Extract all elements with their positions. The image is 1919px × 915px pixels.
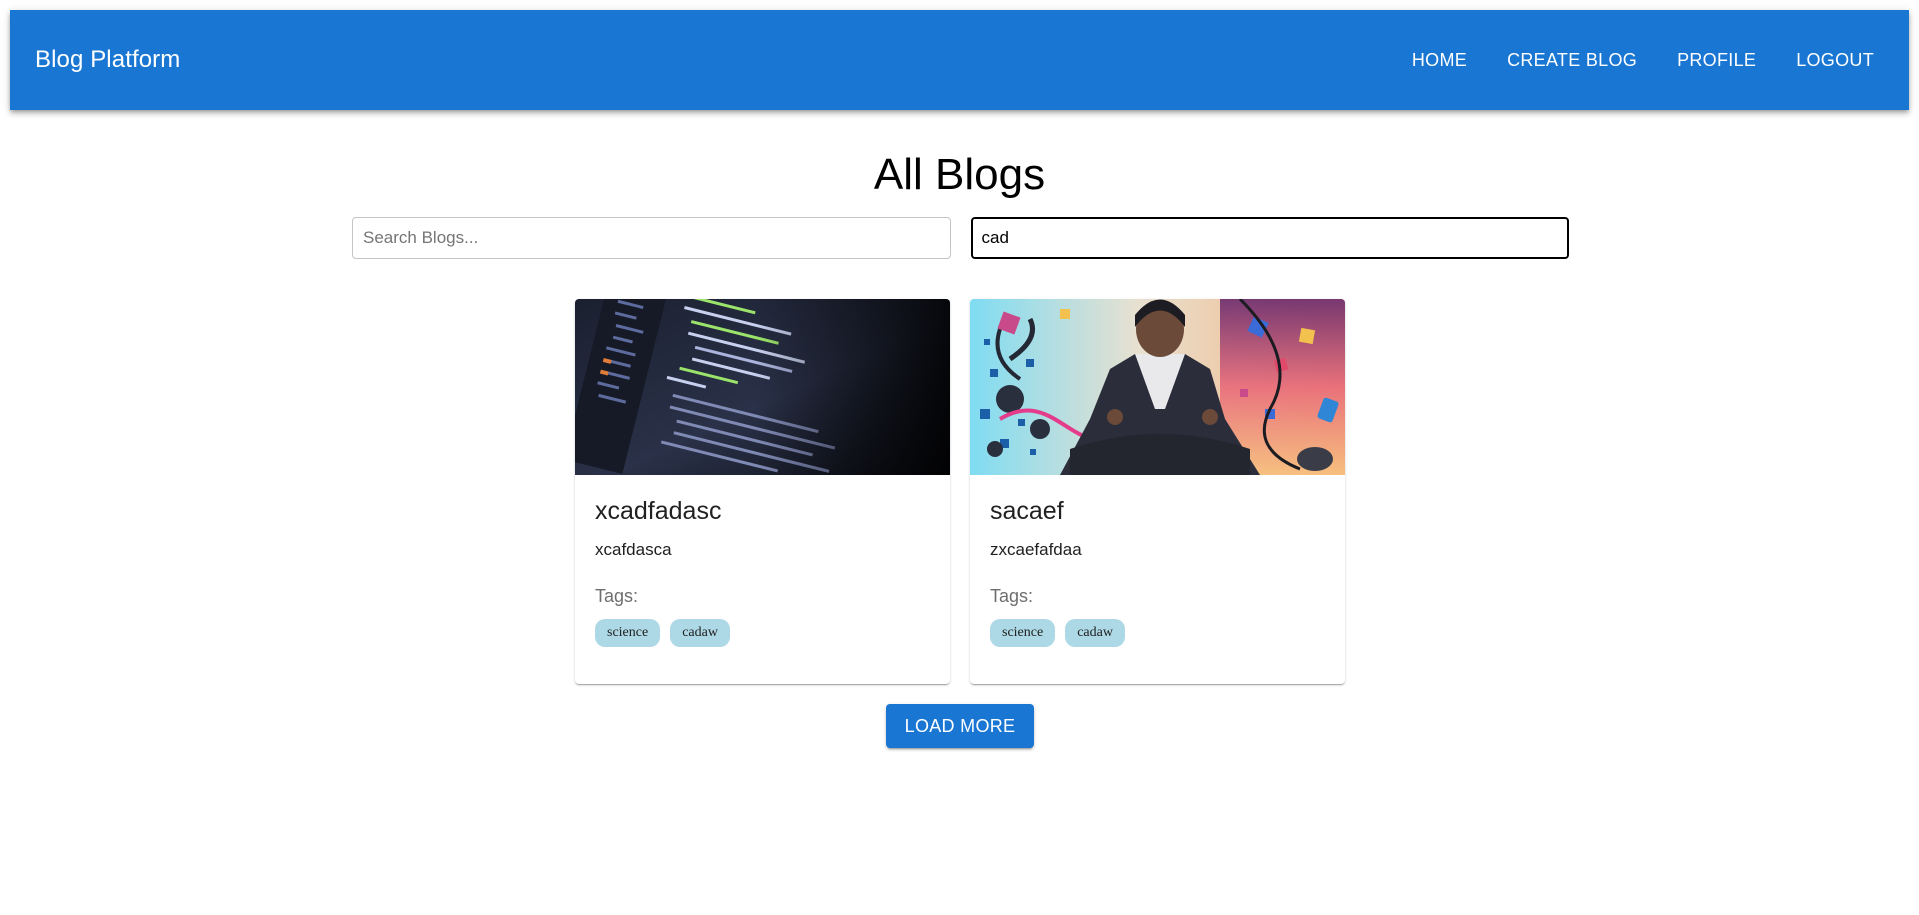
tag-chip[interactable]: cadaw bbox=[670, 619, 730, 647]
code-editor-image bbox=[575, 299, 950, 475]
blog-card-description: xcafdasca bbox=[595, 540, 672, 559]
tags-label: Tags: bbox=[595, 586, 639, 606]
blog-card[interactable]: sacaef zxcaefafdaa Tags: science cadaw bbox=[970, 299, 1345, 684]
load-more-button[interactable]: LOAD MORE bbox=[886, 704, 1034, 748]
tag-list: science cadaw bbox=[595, 619, 930, 647]
tag-filter-input[interactable] bbox=[970, 217, 1569, 259]
blog-card-body: sacaef zxcaefafdaa Tags: science cadaw bbox=[970, 475, 1345, 663]
blog-card-image bbox=[575, 299, 950, 475]
tag-chip[interactable]: science bbox=[595, 619, 661, 647]
meditation-illustration-image bbox=[970, 299, 1345, 475]
nav-profile-button[interactable]: PROFILE bbox=[1657, 40, 1776, 81]
blog-card-title: xcadfadasc bbox=[595, 497, 722, 525]
tag-list: science cadaw bbox=[990, 619, 1325, 647]
blog-card[interactable]: xcadfadasc xcafdasca Tags: science cadaw bbox=[575, 299, 950, 684]
blog-card-title: sacaef bbox=[990, 497, 1064, 525]
tag-chip[interactable]: science bbox=[990, 619, 1056, 647]
blog-card-image bbox=[970, 299, 1345, 475]
blog-card-description: zxcaefafdaa bbox=[990, 540, 1082, 559]
filter-row bbox=[352, 217, 1569, 259]
tags-label: Tags: bbox=[990, 586, 1034, 606]
blog-card-list: xcadfadasc xcafdasca Tags: science cadaw bbox=[575, 299, 1345, 684]
nav-logout-button[interactable]: LOGOUT bbox=[1776, 40, 1884, 81]
brand-title[interactable]: Blog Platform bbox=[35, 46, 180, 74]
nav-create-blog-button[interactable]: CREATE BLOG bbox=[1487, 40, 1657, 81]
app-bar: Blog Platform HOME CREATE BLOG PROFILE L… bbox=[10, 10, 1909, 110]
main-nav: HOME CREATE BLOG PROFILE LOGOUT bbox=[1392, 40, 1884, 81]
search-input[interactable] bbox=[352, 217, 951, 259]
nav-home-button[interactable]: HOME bbox=[1392, 40, 1487, 81]
blog-card-body: xcadfadasc xcafdasca Tags: science cadaw bbox=[575, 475, 950, 663]
page-title: All Blogs bbox=[873, 150, 1046, 199]
tag-chip[interactable]: cadaw bbox=[1065, 619, 1125, 647]
